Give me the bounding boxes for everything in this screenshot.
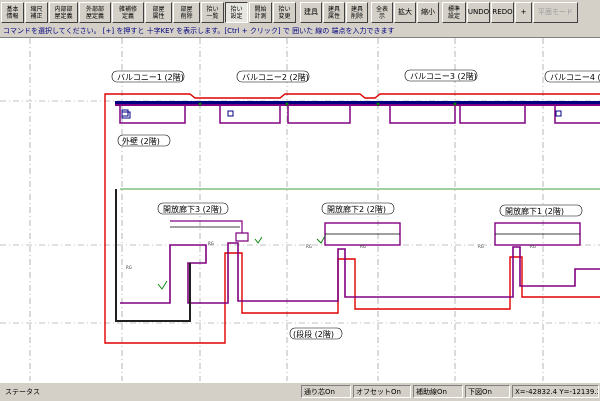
small-tag-4: RG (360, 244, 366, 249)
pickup-change-button[interactable]: 拾い 変更 (273, 2, 296, 23)
balcony-1-label[interactable]: バルコニー1 (2階) (117, 72, 184, 82)
outer-wall-label[interactable]: 外壁 (2階) (122, 136, 160, 146)
aux-line-toggle[interactable]: 補助線On (413, 385, 463, 398)
zoom-in-button[interactable]: 拡大 (394, 2, 416, 23)
below-plan-toggle[interactable]: 下図On (465, 385, 510, 398)
status-text: ステータス (5, 388, 40, 396)
status-bar: ステータス 通り芯On オフセットOn 補助線On 下図On X=-42832.… (0, 382, 600, 401)
balcony-2-label[interactable]: バルコニー2 (2階) (242, 72, 309, 82)
small-tag-3: RG (306, 244, 312, 249)
redo-button[interactable]: REDO (491, 2, 514, 23)
corridor-3-label[interactable]: 開放廊下3 (2階) (163, 204, 222, 214)
small-tag-6: RG (530, 244, 536, 249)
start-measure-button[interactable]: 開始 計測 (249, 2, 272, 23)
small-tag-1: RG (126, 265, 132, 270)
exterior-room-define-button[interactable]: 外部部 屋定義 (79, 2, 111, 23)
show-all-button[interactable]: 全表 示 (371, 2, 393, 23)
coordinate-readout: X=-42832.4 Y=-12139.3 (512, 385, 599, 398)
small-tag-2: RG (208, 241, 214, 246)
basic-info-button[interactable]: 基本 情報 (1, 2, 24, 23)
scale-correction-button[interactable]: 縮尺 補正 (25, 2, 48, 23)
balcony-row (115, 101, 600, 124)
pickup-list-button[interactable]: 拾い 一覧 (201, 2, 224, 23)
drawing-canvas[interactable]: RG RG RG RG RG RG バルコニー1 (2階) バルコニー2 (2階… (0, 37, 600, 383)
floor-plan[interactable]: RG RG RG RG RG RG バルコニー1 (2階) バルコニー2 (2階… (0, 38, 600, 383)
zoom-out-button[interactable]: 縮小 (417, 2, 439, 23)
outer-boundary-line (104, 93, 600, 344)
fittings-attribute-button[interactable]: 建具 属性 (323, 2, 345, 23)
street-core-toggle[interactable]: 通り芯On (301, 385, 351, 398)
interior-room-define-button[interactable]: 内部部 屋定義 (49, 2, 78, 23)
room-delete-button[interactable]: 部屋 削除 (173, 2, 200, 23)
undo-button[interactable]: UNDO (467, 2, 490, 23)
balcony-4-label[interactable]: バルコニー4 (2階) (550, 72, 600, 82)
corridor-1-label[interactable]: 開放廊下1 (2階) (505, 206, 564, 216)
room-attribute-button[interactable]: 部屋 属性 (145, 2, 172, 23)
crosshair-plus-button[interactable]: + (515, 2, 532, 23)
small-tag-5: RG (478, 244, 484, 249)
fittings-delete-button[interactable]: 建具 削除 (346, 2, 368, 23)
fittings-button[interactable]: 建具 (300, 2, 322, 23)
corridor-wall-line (120, 242, 600, 304)
default-settings-button[interactable]: 標準 設定 (442, 2, 466, 23)
stairs-label[interactable]: (段段 (2階) (293, 329, 334, 339)
command-prompt: コマンドを選択してください。 [+] を押すと 十字KEY を表示します。[Ct… (0, 26, 600, 37)
misc-repair-define-button[interactable]: 雑補修 定義 (112, 2, 144, 23)
balcony-3-label[interactable]: バルコニー3 (2階) (410, 71, 477, 81)
main-toolbar: 基本 情報 縮尺 補正 内部部 屋定義 外部部 屋定義 雑補修 定義 部屋 属性… (0, 0, 600, 27)
pickup-settings-button[interactable]: 拾い 設定 (225, 2, 248, 23)
offset-toggle[interactable]: オフセットOn (353, 385, 411, 398)
plan-mode-button[interactable]: 平面モード (533, 2, 578, 23)
corridor-2-label[interactable]: 開放廊下2 (2階) (327, 204, 386, 214)
